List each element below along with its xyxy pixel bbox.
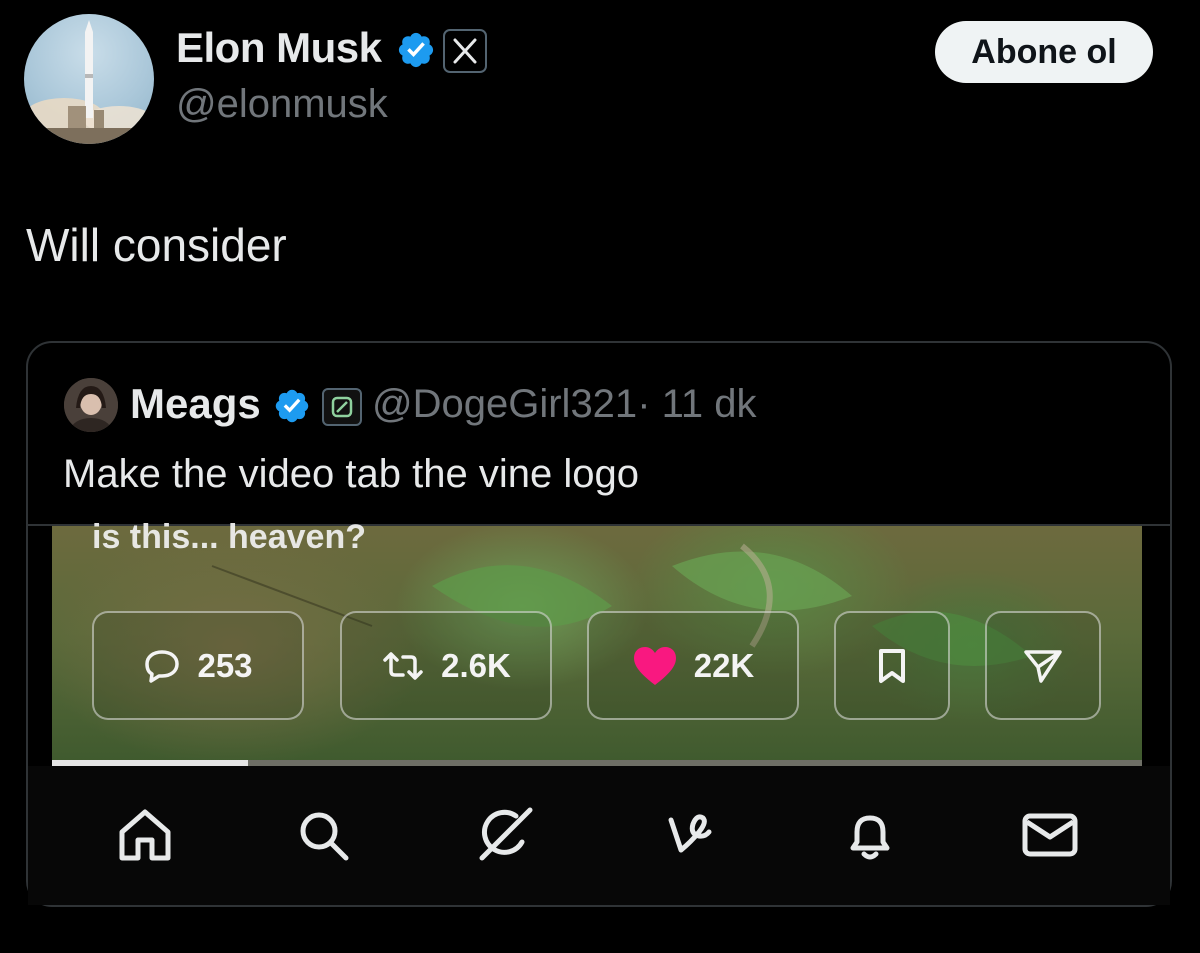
reply-count: 253 xyxy=(197,646,253,684)
portrait-image xyxy=(64,378,118,432)
share-button[interactable] xyxy=(985,611,1101,720)
like-count: 22K xyxy=(693,646,755,684)
bookmark-button[interactable] xyxy=(834,611,950,720)
x-logo-icon xyxy=(443,29,487,73)
media-caption: is this... heaven? xyxy=(92,518,366,556)
quoted-timestamp[interactable]: · 11 dk xyxy=(637,382,756,426)
grok-icon xyxy=(479,807,533,861)
affiliate-badge-icon xyxy=(322,388,362,426)
bookmark-icon xyxy=(879,648,905,683)
author-handle[interactable]: @elonmusk xyxy=(176,82,388,127)
search-icon xyxy=(300,812,349,861)
nav-messages[interactable] xyxy=(1015,800,1085,870)
repost-count: 2.6K xyxy=(441,646,511,684)
tweet-text: Will consider xyxy=(26,219,287,271)
nav-home[interactable] xyxy=(110,800,180,870)
verified-badge-icon xyxy=(273,387,311,425)
repost-icon xyxy=(383,651,423,680)
like-button[interactable]: 22K xyxy=(587,611,799,720)
nav-vine[interactable] xyxy=(655,800,725,870)
home-icon xyxy=(119,809,171,861)
send-icon xyxy=(1024,649,1062,683)
bottom-nav-bar xyxy=(28,766,1170,905)
nav-search[interactable] xyxy=(288,800,358,870)
repost-button[interactable]: 2.6K xyxy=(340,611,552,720)
author-avatar[interactable] xyxy=(24,14,154,144)
vine-icon xyxy=(668,814,712,853)
heart-icon xyxy=(633,646,676,685)
nav-grok[interactable] xyxy=(470,800,540,870)
author-name[interactable]: Elon Musk xyxy=(176,24,382,72)
bell-icon xyxy=(850,815,890,860)
quoted-author-name[interactable]: Meags xyxy=(130,380,261,428)
follow-button[interactable]: Abone ol xyxy=(935,21,1153,83)
quoted-author-avatar[interactable] xyxy=(64,378,118,432)
speech-bubble-icon xyxy=(145,649,180,683)
verified-badge-icon xyxy=(396,30,436,70)
quoted-author-handle[interactable]: @DogeGirl321 xyxy=(372,382,637,426)
rocket-image xyxy=(24,20,154,144)
nav-notifications[interactable] xyxy=(835,800,905,870)
quoted-tweet-text: Make the video tab the vine logo xyxy=(63,452,639,496)
reply-button[interactable]: 253 xyxy=(92,611,304,720)
quoted-handle-time: @DogeGirl321· 11 dk xyxy=(372,382,757,427)
mail-icon xyxy=(1022,813,1078,857)
